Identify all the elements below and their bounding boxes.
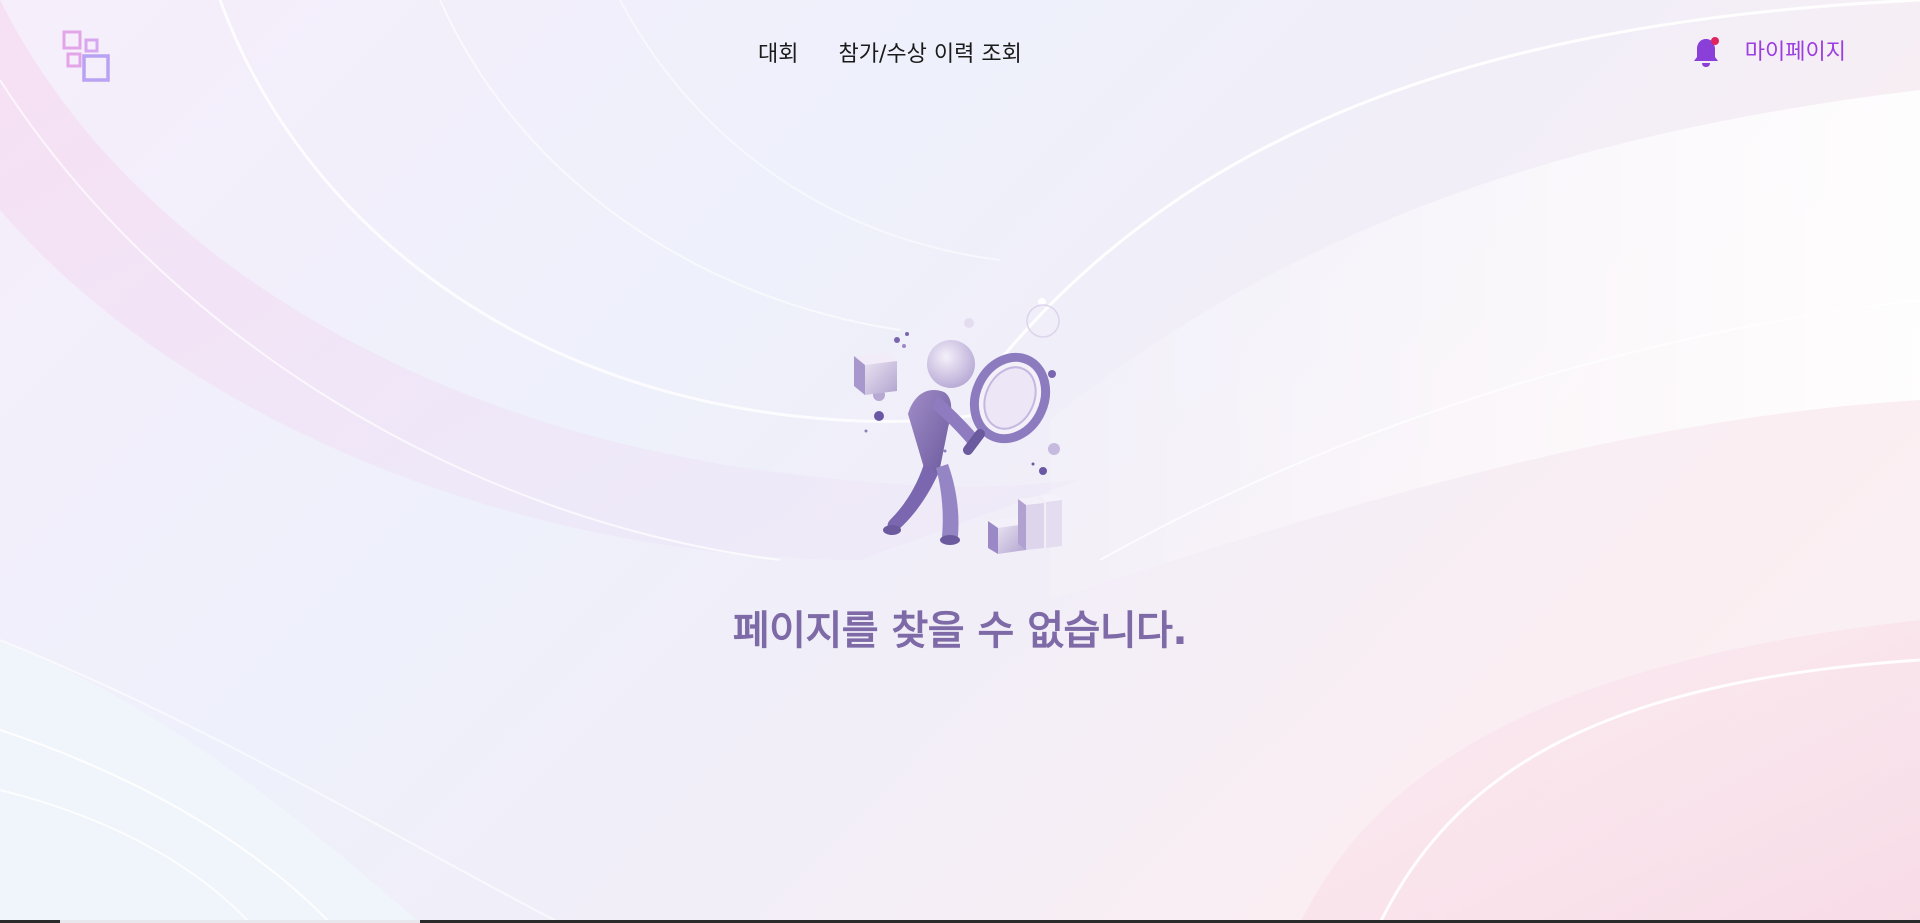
squares-logo-icon[interactable]	[62, 30, 114, 82]
main-nav: 대회 참가/수상 이력 조회	[758, 40, 1022, 70]
notification-dot	[1710, 37, 1719, 45]
not-found-message: 페이지를 찾을 수 없습니다.	[732, 608, 1188, 654]
nav-item-history-lookup[interactable]: 참가/수상 이력 조회	[838, 40, 1021, 70]
person-magnifier-search-illustration	[840, 268, 1088, 568]
mypage-link[interactable]: 마이페이지	[1745, 38, 1846, 68]
not-found-page: 대회 참가/수상 이력 조회 마이페이지 페이지를 찾을 수 없습니다.	[0, 0, 1920, 923]
header-right: 마이페이지	[1691, 36, 1846, 70]
nav-item-competitions[interactable]: 대회	[758, 40, 798, 70]
bell-icon[interactable]	[1691, 36, 1721, 70]
